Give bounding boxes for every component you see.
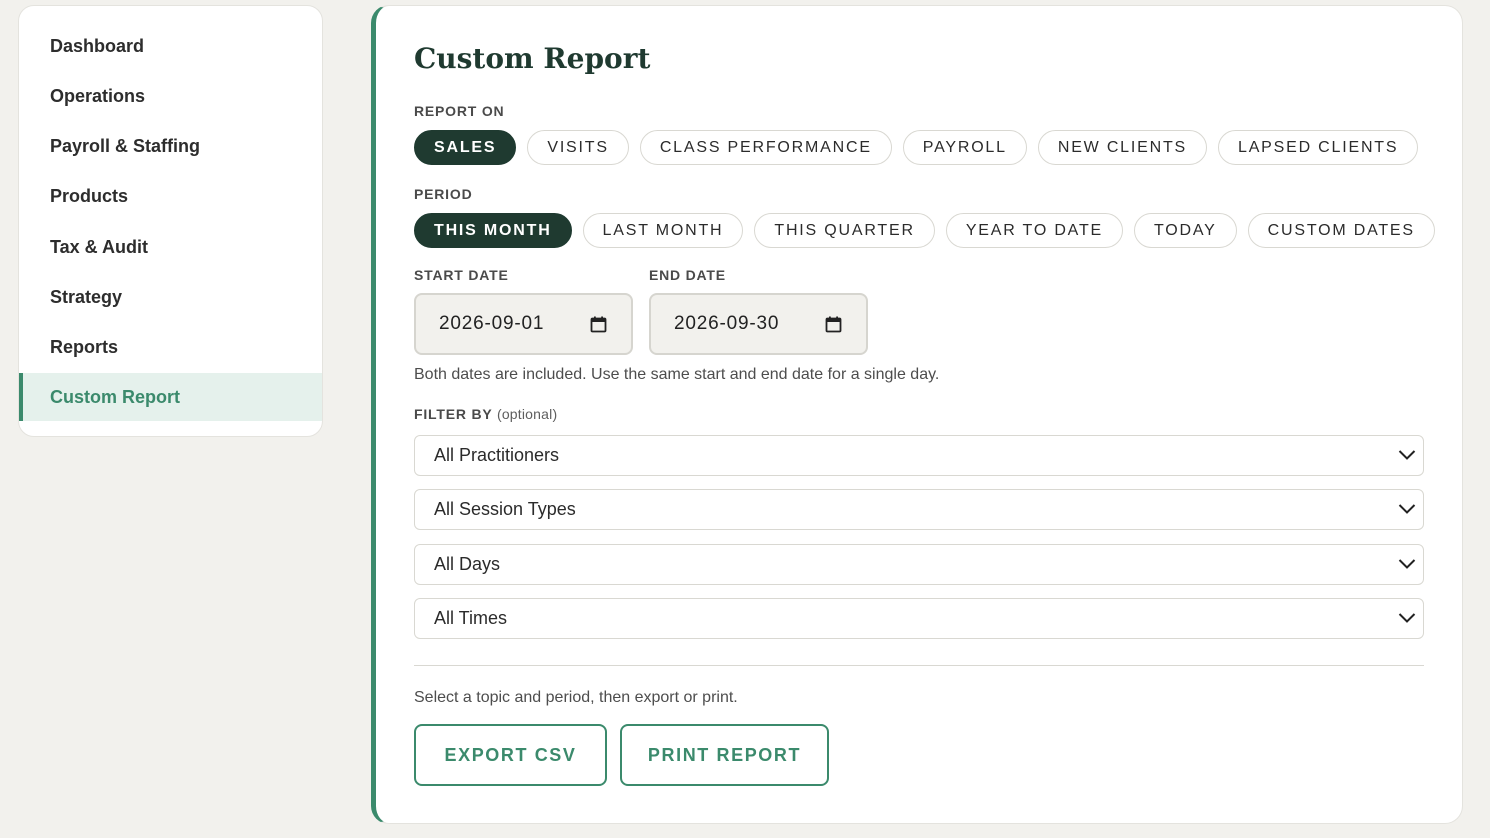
start-date-label: START DATE	[414, 267, 509, 283]
period-label: PERIOD	[414, 186, 473, 202]
times-select-value: All Times	[434, 608, 508, 628]
custom-report-card: Custom Report REPORT ON SALES VISITS CLA…	[371, 5, 1463, 824]
report-option-lapsed-clients[interactable]: LAPSED CLIENTS	[1218, 130, 1419, 165]
period-option-last-month[interactable]: LAST MONTH	[582, 213, 744, 248]
end-date-label: END DATE	[649, 267, 726, 283]
period-options: THIS MONTH LAST MONTH THIS QUARTER YEAR …	[414, 213, 1435, 248]
section-divider	[414, 665, 1424, 666]
sidebar-item-tax-audit[interactable]: Tax & Audit	[19, 223, 322, 271]
chevron-down-icon	[1398, 450, 1416, 460]
dates-helper-text: Both dates are included. Use the same st…	[414, 366, 940, 383]
practitioners-select[interactable]: All Practitioners	[414, 435, 1424, 476]
practitioners-select-value: All Practitioners	[434, 445, 560, 465]
days-select-value: All Days	[434, 554, 501, 574]
days-select[interactable]: All Days	[414, 544, 1424, 585]
end-date-input[interactable]: 2026-09-30	[649, 293, 868, 355]
period-option-this-month[interactable]: THIS MONTH	[414, 213, 572, 248]
start-date-input[interactable]: 2026-09-01	[414, 293, 633, 355]
sidebar-item-payroll-staffing[interactable]: Payroll & Staffing	[19, 122, 322, 170]
print-report-button[interactable]: PRINT REPORT	[620, 724, 829, 786]
end-date-value: 2026-09-30	[674, 313, 780, 334]
report-option-class-performance[interactable]: CLASS PERFORMANCE	[639, 130, 892, 165]
report-on-label: REPORT ON	[414, 103, 505, 119]
sidebar: Dashboard Operations Payroll & Staffing …	[18, 5, 323, 437]
sidebar-item-products[interactable]: Products	[19, 172, 322, 220]
period-option-custom-dates[interactable]: CUSTOM DATES	[1247, 213, 1435, 248]
chevron-down-icon	[1398, 504, 1416, 514]
chevron-down-icon	[1398, 613, 1416, 623]
period-option-this-quarter[interactable]: THIS QUARTER	[754, 213, 935, 248]
report-option-sales[interactable]: SALES	[414, 130, 517, 165]
start-date-value: 2026-09-01	[439, 313, 545, 334]
footer-helper-text: Select a topic and period, then export o…	[414, 689, 738, 706]
sidebar-item-strategy[interactable]: Strategy	[19, 273, 322, 321]
period-option-today[interactable]: TODAY	[1134, 213, 1237, 248]
period-option-year-to-date[interactable]: YEAR TO DATE	[945, 213, 1123, 248]
filter-by-label: FILTER BY (optional)	[414, 406, 557, 422]
report-option-payroll[interactable]: PAYROLL	[902, 130, 1027, 165]
session-types-select[interactable]: All Session Types	[414, 489, 1424, 530]
times-select[interactable]: All Times	[414, 598, 1424, 639]
report-option-visits[interactable]: VISITS	[527, 130, 629, 165]
calendar-icon[interactable]	[825, 316, 842, 333]
filter-optional-note: (optional)	[496, 406, 558, 422]
calendar-icon[interactable]	[590, 316, 607, 333]
session-types-select-value: All Session Types	[434, 499, 576, 519]
export-csv-button[interactable]: EXPORT CSV	[414, 724, 607, 786]
page-title: Custom Report	[414, 42, 651, 75]
sidebar-item-operations[interactable]: Operations	[19, 72, 322, 120]
report-option-new-clients[interactable]: NEW CLIENTS	[1037, 130, 1207, 165]
sidebar-item-dashboard[interactable]: Dashboard	[19, 22, 322, 70]
report-on-options: SALES VISITS CLASS PERFORMANCE PAYROLL N…	[414, 130, 1419, 165]
sidebar-item-custom-report[interactable]: Custom Report	[19, 373, 322, 421]
filter-by-title: FILTER BY	[414, 406, 493, 422]
sidebar-item-reports[interactable]: Reports	[19, 323, 322, 371]
chevron-down-icon	[1398, 559, 1416, 569]
